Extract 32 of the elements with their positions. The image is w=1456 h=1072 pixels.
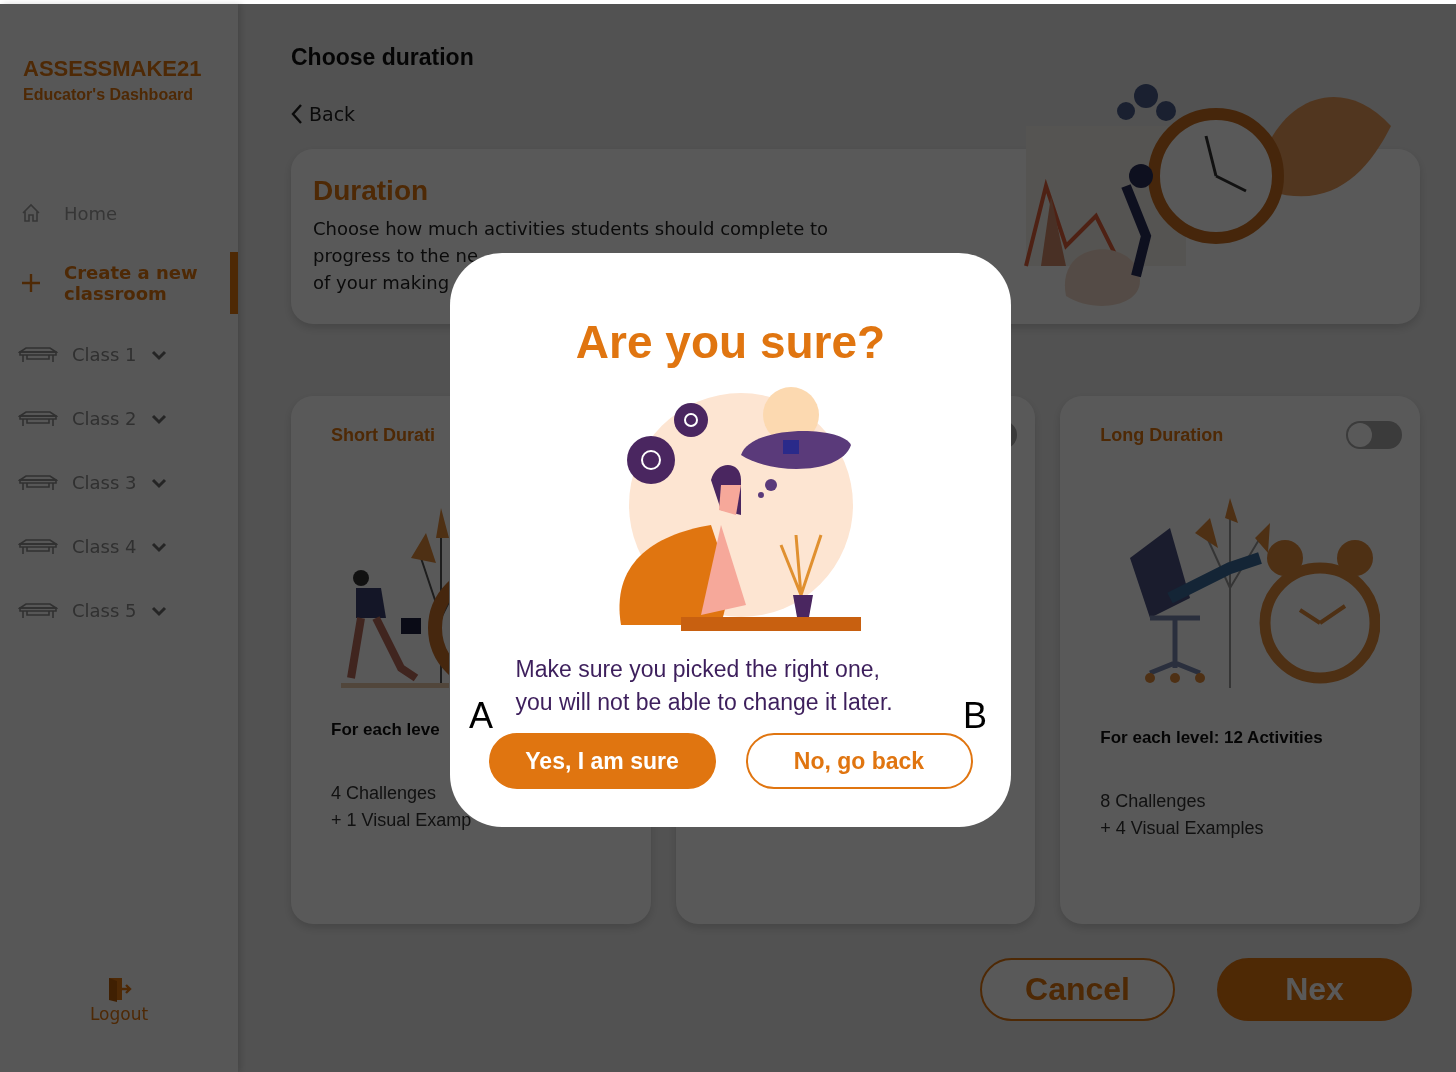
app-subtitle: Educator's Dashboard [23, 86, 195, 104]
details-text: 8 Challenges + 4 Visual Examples [1100, 790, 1265, 840]
nav-item[interactable]: Create a new classroom [0, 252, 238, 314]
plus-icon [20, 272, 42, 294]
summary-text: For each level: 12 Activities [1100, 728, 1324, 748]
back-link[interactable]: Back [291, 103, 356, 125]
desk-icon [18, 346, 58, 363]
desk-icon [18, 410, 58, 427]
desk-icon [18, 474, 58, 491]
annotation-label: B [963, 698, 987, 734]
dialog-message: Make sure you picked the right one, you will not be able to change it later. [515, 655, 894, 717]
next-button[interactable]: Nex [1217, 958, 1412, 1021]
card-title: Duration [313, 175, 430, 207]
desk-icon [18, 538, 58, 555]
go-back-button[interactable]: No, go back [745, 733, 973, 789]
chevron-left-icon [291, 103, 303, 125]
dialog-title: Are you sure? [575, 315, 886, 369]
option-title: Long Duration [1100, 424, 1224, 446]
desk-icon [18, 602, 58, 619]
option-title: Short Durati [331, 424, 435, 446]
logout-button[interactable]: Logout [89, 976, 149, 1024]
door-exit-icon [106, 976, 132, 1002]
annotation-label: A [469, 698, 493, 734]
details-text: 4 Challenges + 1 Visual Examp [331, 782, 473, 832]
page-title: Choose duration [291, 44, 475, 71]
home-icon [20, 202, 42, 224]
summary-text: For each leve [331, 720, 441, 740]
toggle-switch[interactable] [1346, 421, 1402, 449]
app-logo-text: ASSESSMAKE21 [23, 56, 203, 82]
description-text: Choose how much activities students should complete to progress to the ne of your making [313, 217, 829, 295]
cancel-button[interactable]: Cancel [980, 958, 1175, 1021]
confirm-button[interactable]: Yes, I am sure [488, 733, 716, 789]
